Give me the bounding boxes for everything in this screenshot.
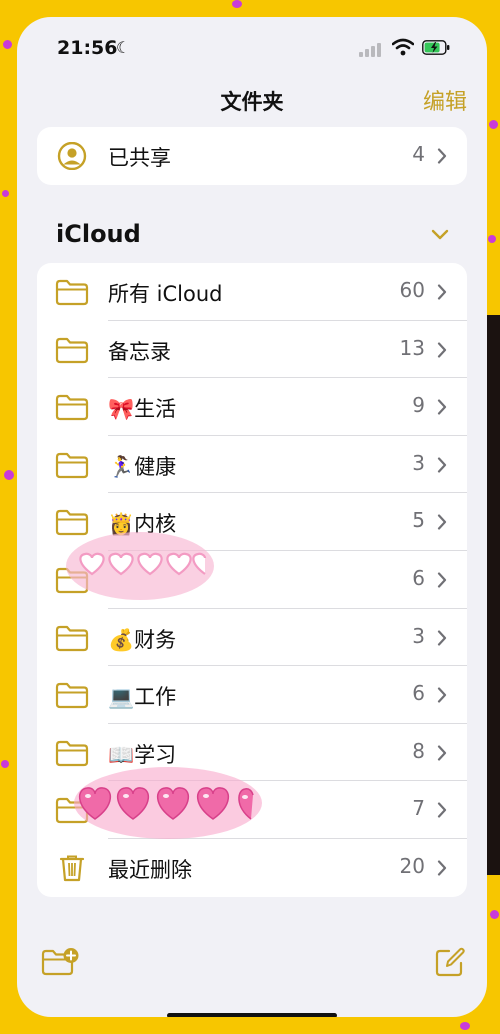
- folder-icon: [55, 796, 89, 824]
- folder-list: 所有 iCloud 60 备忘录 13 🎀生活 9 🏃‍♀️健康 3 👸内核 5 6 💰财务 3 💻工作 6…: [37, 263, 467, 897]
- folder-icon: [55, 508, 89, 536]
- cellular-signal-icon: [359, 43, 383, 57]
- folder-count: 6: [412, 681, 425, 706]
- folder-icon: [55, 278, 89, 306]
- status-bar: 21:56 ☾: [17, 17, 487, 77]
- chevron-right-icon: [437, 514, 447, 530]
- folder-icon: [55, 681, 89, 709]
- folder-row[interactable]: 👸内核 5: [37, 493, 467, 551]
- folder-count: 60: [399, 278, 425, 302]
- chevron-right-icon: [437, 745, 447, 761]
- battery-charging-icon: [422, 40, 450, 55]
- folder-label: 所有 iCloud: [108, 282, 223, 306]
- phone-screen: 21:56 ☾ 文件夹 编辑 已共享 4 iCloud 所有 iCloud 60…: [17, 17, 487, 1017]
- folder-label: 🏃‍♀️健康: [108, 454, 177, 479]
- shared-count: 4: [412, 142, 425, 166]
- folder-row[interactable]: 7: [37, 781, 467, 839]
- folder-label: 备忘录: [108, 339, 171, 364]
- shared-row[interactable]: 已共享 4: [37, 127, 467, 185]
- chevron-right-icon: [437, 860, 447, 876]
- background-dot: [232, 0, 242, 8]
- chevron-right-icon: [437, 457, 447, 473]
- folder-row[interactable]: 📖学习 8: [37, 724, 467, 782]
- section-title-icloud: iCloud: [56, 220, 141, 248]
- chevron-right-icon: [437, 341, 447, 358]
- folder-count: 3: [412, 450, 425, 475]
- page-title: 文件夹: [220, 90, 284, 114]
- background-dot: [488, 235, 496, 243]
- folder-icon: [55, 739, 89, 767]
- chevron-down-icon[interactable]: [431, 229, 449, 241]
- navigation-bar: 文件夹 编辑: [17, 81, 487, 121]
- folder-row[interactable]: 备忘录 13: [37, 321, 467, 379]
- folder-row[interactable]: 💰财务 3: [37, 609, 467, 667]
- folder-row[interactable]: 💻工作 6: [37, 666, 467, 724]
- folder-icon: [55, 566, 89, 594]
- folder-icon: [55, 393, 89, 421]
- background-dot: [489, 120, 498, 129]
- new-folder-icon[interactable]: [41, 947, 79, 977]
- background-dot: [4, 470, 14, 480]
- chevron-right-icon: [437, 284, 447, 300]
- compose-note-icon[interactable]: [435, 947, 465, 977]
- folder-count: 6: [412, 565, 425, 590]
- folder-label: 💰财务: [108, 627, 177, 652]
- shared-card: 已共享 4: [37, 127, 467, 185]
- status-time: 21:56: [57, 37, 118, 59]
- folder-count: 13: [399, 335, 425, 360]
- folder-label: 💻工作: [108, 685, 177, 710]
- background-dot: [1, 760, 9, 768]
- folder-row[interactable]: 6: [37, 551, 467, 609]
- chevron-right-icon: [437, 687, 447, 703]
- background-dot: [2, 190, 9, 197]
- background-dot: [460, 1022, 470, 1030]
- chevron-right-icon: [437, 629, 447, 646]
- folder-icon: [55, 451, 89, 479]
- folder-count: 3: [412, 623, 425, 648]
- chevron-right-icon: [437, 399, 447, 415]
- folder-row[interactable]: 🎀生活 9: [37, 378, 467, 436]
- person-circle-icon: [57, 142, 87, 170]
- folder-row[interactable]: 最近删除 20: [37, 839, 467, 897]
- folder-label: 👸内核: [108, 512, 177, 537]
- folder-row[interactable]: 所有 iCloud 60: [37, 263, 467, 321]
- folder-label: 最近删除: [108, 857, 192, 882]
- folder-count: 8: [412, 738, 425, 763]
- edit-button[interactable]: 编辑: [423, 84, 467, 116]
- background-dot: [490, 910, 499, 919]
- folder-count: 7: [412, 796, 425, 821]
- moon-icon: ☾: [116, 38, 131, 57]
- shared-label: 已共享: [108, 146, 171, 170]
- chevron-right-icon: [437, 572, 447, 588]
- chevron-right-icon: [437, 802, 447, 818]
- background-dot: [3, 40, 12, 49]
- trash-icon: [55, 854, 89, 882]
- folder-count: 5: [412, 508, 425, 533]
- wifi-icon: [392, 38, 414, 56]
- folder-icon: [55, 336, 89, 364]
- chevron-right-icon: [437, 148, 447, 164]
- folder-count: 20: [399, 853, 425, 878]
- folder-label: 📖学习: [108, 742, 177, 767]
- folder-label: 🎀生活: [108, 397, 177, 422]
- folder-icon: [55, 624, 89, 652]
- folder-row[interactable]: 🏃‍♀️健康 3: [37, 436, 467, 494]
- home-indicator: [167, 1013, 337, 1017]
- folder-count: 9: [412, 393, 425, 418]
